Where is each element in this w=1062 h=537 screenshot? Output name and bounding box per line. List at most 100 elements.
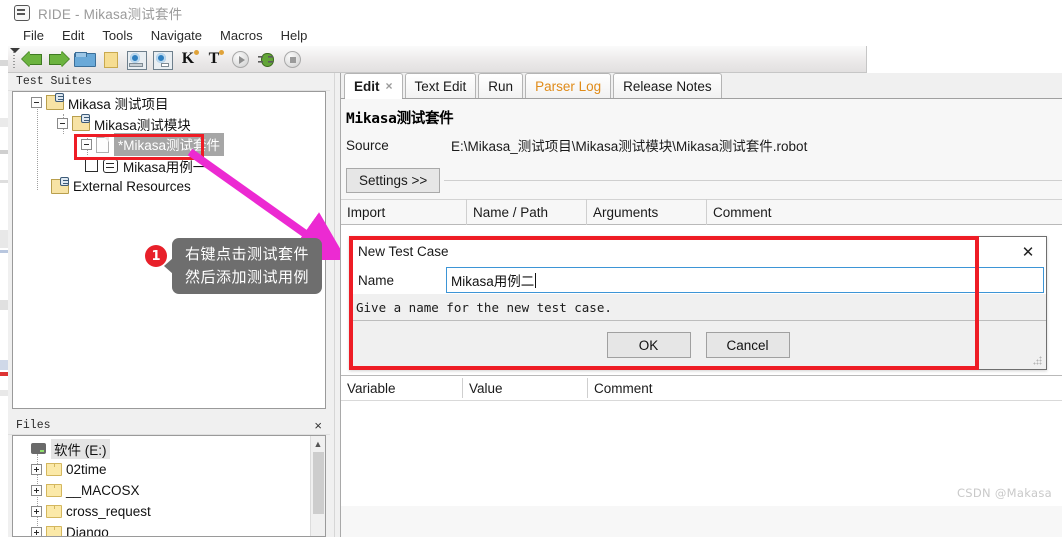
save-button[interactable]: [123, 47, 149, 71]
save-icon: [127, 50, 147, 70]
column-comment: Comment: [713, 204, 772, 220]
new-project-button[interactable]: [97, 47, 123, 71]
settings-toggle-button[interactable]: Settings >>: [346, 168, 441, 193]
tab-text-edit[interactable]: Text Edit: [404, 73, 477, 98]
files-label: cross_request: [66, 504, 151, 519]
files-row-drive[interactable]: 软件 (E:): [13, 438, 325, 459]
files-row[interactable]: Django: [13, 522, 325, 537]
folder-icon: [46, 505, 62, 518]
back-arrow-icon: [23, 51, 42, 67]
files-row[interactable]: cross_request: [13, 501, 325, 522]
tab-parser-log[interactable]: Parser Log: [525, 73, 612, 98]
back-arrow-button[interactable]: [19, 47, 45, 71]
menu-item-help[interactable]: Help: [272, 27, 317, 44]
stop-icon: [283, 50, 301, 68]
dialog-help-text: Give a name for the new test case.: [350, 294, 1046, 320]
run-button[interactable]: [227, 47, 253, 71]
callout-line-2: 然后添加测试用例: [184, 268, 309, 286]
folder-icon: [46, 463, 62, 476]
forward-arrow-icon: [49, 51, 68, 67]
stop-button[interactable]: [279, 47, 305, 71]
tree-row-testcase[interactable]: Mikasa用例一: [13, 155, 325, 176]
expander-minus-icon[interactable]: [81, 139, 92, 150]
tree-row-suite[interactable]: *Mikasa测试套件: [13, 133, 325, 156]
files-caption: Files ×: [8, 417, 330, 435]
tree-label: Mikasa用例一: [123, 159, 207, 175]
search-keyword-button[interactable]: K: [175, 47, 201, 71]
run-icon: [231, 50, 249, 68]
tree-label: External Resources: [73, 179, 191, 194]
toolbar-end-gap: [866, 46, 1062, 73]
tree-label: Mikasa 测试项目: [68, 96, 169, 112]
expander-plus-icon[interactable]: [31, 527, 42, 536]
dialog-title: New Test Case: [358, 244, 449, 259]
dialog-footer: OK Cancel: [350, 320, 1046, 369]
open-directory-button[interactable]: [71, 47, 97, 71]
expander-minus-icon[interactable]: [57, 118, 68, 129]
debug-button[interactable]: [253, 47, 279, 71]
project-folder-icon: [72, 114, 90, 131]
column-arguments: Arguments: [587, 199, 707, 225]
menu-item-file[interactable]: File: [14, 27, 53, 44]
close-icon[interactable]: ×: [386, 79, 393, 93]
files-row[interactable]: __MACOSX: [13, 480, 325, 501]
tree-row-external-resources[interactable]: External Resources: [13, 176, 325, 197]
column-import: Import: [341, 199, 467, 225]
test-suites-title: Test Suites: [16, 75, 92, 88]
app-root: RIDE - Mikasa测试套件 File Edit Tools Naviga…: [0, 0, 1062, 537]
expander-minus-icon[interactable]: [31, 97, 42, 108]
column-name-path: Name / Path: [467, 199, 587, 225]
test-suites-caption: Test Suites: [8, 73, 330, 91]
background-window-sliver: [0, 0, 8, 537]
name-input[interactable]: Mikasa用例二: [446, 267, 1044, 293]
drive-icon: [31, 443, 46, 454]
dialog-name-row: Name Mikasa用例二: [350, 266, 1046, 294]
search-test-icon: T: [208, 50, 224, 67]
files-row[interactable]: 02time: [13, 459, 325, 480]
source-label: Source: [346, 137, 389, 153]
menu-item-edit[interactable]: Edit: [53, 27, 93, 44]
expander-plus-icon[interactable]: [31, 464, 42, 475]
callout-line-1: 右键点击测试套件: [184, 245, 309, 263]
settings-row: Settings >>: [341, 159, 1062, 199]
scroll-up-icon[interactable]: ▲: [311, 436, 325, 451]
menu-item-macros[interactable]: Macros: [211, 27, 272, 44]
expander-plus-icon[interactable]: [31, 506, 42, 517]
testcase-checkbox[interactable]: [85, 159, 98, 172]
files-label: 软件 (E:): [51, 438, 110, 459]
save-all-button[interactable]: [149, 47, 175, 71]
tab-label: Text Edit: [414, 78, 467, 94]
tab-label: Edit: [354, 78, 380, 94]
ok-button[interactable]: OK: [606, 332, 691, 358]
text-caret: [535, 272, 537, 288]
menu-bar: File Edit Tools Navigate Macros Help: [8, 25, 1062, 46]
scrollbar-thumb[interactable]: [313, 452, 324, 514]
document-title: Mikasa测试套件: [346, 111, 454, 127]
cancel-button[interactable]: Cancel: [705, 332, 790, 358]
search-test-button[interactable]: T: [201, 47, 227, 71]
files-vertical-scrollbar[interactable]: ▲: [310, 436, 325, 536]
files-tree[interactable]: 软件 (E:) 02time __MACOSX cross_request Dj…: [12, 435, 326, 537]
variable-grid[interactable]: CSDN @Makasa: [341, 401, 1062, 506]
menu-item-navigate[interactable]: Navigate: [142, 27, 211, 44]
tab-edit[interactable]: Edit ×: [344, 73, 403, 99]
tree-row-module[interactable]: Mikasa测试模块: [13, 113, 325, 134]
vertical-splitter[interactable]: [330, 73, 340, 537]
tree-row-project[interactable]: Mikasa 测试项目: [13, 92, 325, 113]
title-bar: RIDE - Mikasa测试套件: [8, 0, 1062, 25]
close-icon[interactable]: ×: [312, 418, 324, 433]
robot-icon: [14, 4, 30, 21]
close-icon[interactable]: ✕: [1018, 242, 1038, 262]
column-comment: Comment: [594, 380, 653, 396]
tab-release-notes[interactable]: Release Notes: [613, 73, 722, 98]
tab-run[interactable]: Run: [478, 73, 524, 98]
menu-item-tools[interactable]: Tools: [93, 27, 141, 44]
toolbar-grip[interactable]: [10, 48, 20, 70]
files-label: Django: [66, 525, 109, 537]
expander-plus-icon[interactable]: [31, 485, 42, 496]
forward-arrow-button[interactable]: [45, 47, 71, 71]
tab-label: Release Notes: [623, 78, 712, 94]
tab-label: Run: [488, 78, 514, 94]
project-folder-icon: [46, 93, 64, 110]
resize-grip-icon[interactable]: [1033, 356, 1043, 366]
